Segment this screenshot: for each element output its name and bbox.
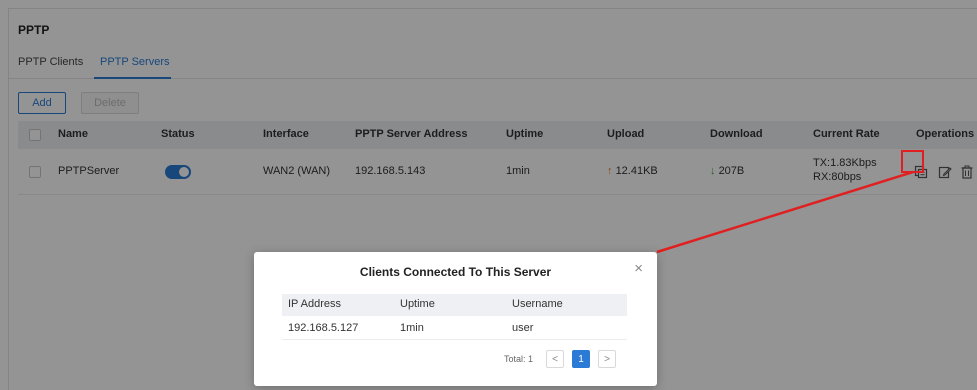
modal-table-header: IP Address Uptime Username [282, 294, 627, 316]
modal-column-ip: IP Address [288, 298, 341, 310]
client-username: user [512, 322, 534, 334]
client-ip: 192.168.5.127 [288, 322, 359, 334]
modal-column-username: Username [512, 298, 563, 310]
clients-modal: Clients Connected To This Server × IP Ad… [254, 252, 657, 386]
modal-title: Clients Connected To This Server [359, 265, 552, 279]
modal-table-row: 192.168.5.127 1min user [282, 316, 627, 340]
client-uptime: 1min [400, 322, 424, 334]
modal-column-uptime: Uptime [400, 298, 435, 310]
pagination-total: Total: 1 [504, 354, 534, 364]
clients-icon-highlight [901, 150, 924, 173]
pagination-prev-button[interactable]: < [546, 350, 564, 368]
pagination-next-button[interactable]: > [598, 350, 616, 368]
pagination-page-1[interactable]: 1 [572, 350, 590, 368]
close-icon[interactable]: × [634, 260, 643, 277]
